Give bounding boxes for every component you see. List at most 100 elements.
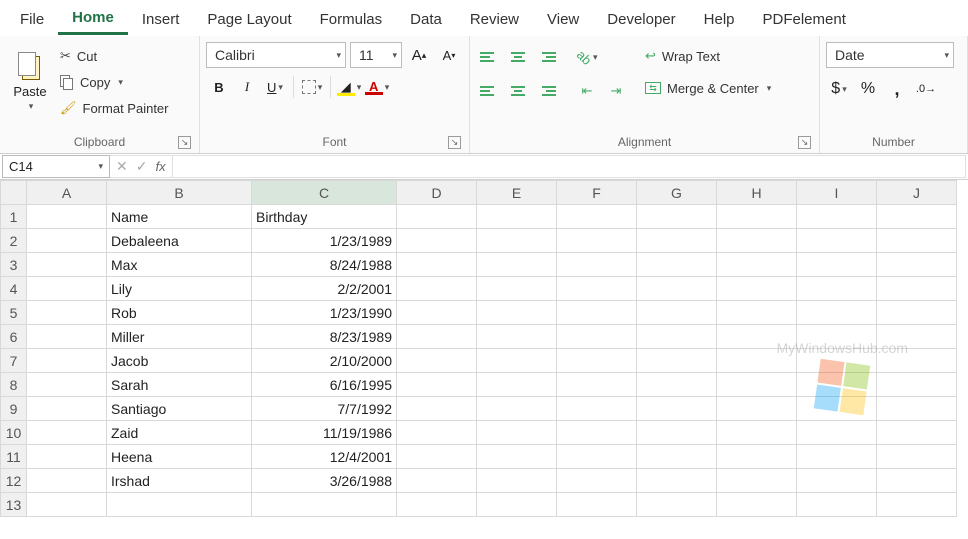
cell-E13[interactable] (477, 493, 557, 517)
cell-G7[interactable] (637, 349, 717, 373)
decrease-font-button[interactable]: A▾ (436, 42, 462, 68)
row-header-2[interactable]: 2 (1, 229, 27, 253)
dialog-launcher-icon[interactable]: ↘ (448, 136, 461, 149)
cell-A6[interactable] (27, 325, 107, 349)
cell-E7[interactable] (477, 349, 557, 373)
cell-B5[interactable]: Rob (107, 301, 252, 325)
cell-E1[interactable] (477, 205, 557, 229)
cell-H2[interactable] (717, 229, 797, 253)
cell-B11[interactable]: Heena (107, 445, 252, 469)
accounting-format-button[interactable]: $▾ (826, 76, 852, 102)
column-header-A[interactable]: A (27, 181, 107, 205)
cell-I2[interactable] (797, 229, 877, 253)
cell-G2[interactable] (637, 229, 717, 253)
cell-E6[interactable] (477, 325, 557, 349)
cell-C11[interactable]: 12/4/2001 (252, 445, 397, 469)
enter-formula-button[interactable]: ✓ (136, 158, 148, 175)
cell-I5[interactable] (797, 301, 877, 325)
cell-H5[interactable] (717, 301, 797, 325)
column-header-D[interactable]: D (397, 181, 477, 205)
row-header-10[interactable]: 10 (1, 421, 27, 445)
cell-H10[interactable] (717, 421, 797, 445)
cell-G12[interactable] (637, 469, 717, 493)
align-right-button[interactable] (534, 78, 560, 104)
cell-F9[interactable] (557, 397, 637, 421)
cell-A8[interactable] (27, 373, 107, 397)
cell-A1[interactable] (27, 205, 107, 229)
insert-function-button[interactable]: fx (155, 159, 165, 174)
underline-button[interactable]: U▾ (262, 74, 288, 100)
cell-J3[interactable] (877, 253, 957, 277)
column-header-C[interactable]: C (252, 181, 397, 205)
percent-format-button[interactable]: % (855, 76, 881, 102)
cell-C8[interactable]: 6/16/1995 (252, 373, 397, 397)
cell-E9[interactable] (477, 397, 557, 421)
cell-F10[interactable] (557, 421, 637, 445)
align-center-button[interactable] (505, 78, 531, 104)
cell-B12[interactable]: Irshad (107, 469, 252, 493)
cell-I10[interactable] (797, 421, 877, 445)
cell-C2[interactable]: 1/23/1989 (252, 229, 397, 253)
dialog-launcher-icon[interactable]: ↘ (178, 136, 191, 149)
cell-G8[interactable] (637, 373, 717, 397)
row-header-5[interactable]: 5 (1, 301, 27, 325)
cell-C9[interactable]: 7/7/1992 (252, 397, 397, 421)
tab-view[interactable]: View (533, 3, 593, 34)
cell-A9[interactable] (27, 397, 107, 421)
fill-color-button[interactable]: ◢ ▾ (336, 74, 362, 100)
column-header-I[interactable]: I (797, 181, 877, 205)
cell-D9[interactable] (397, 397, 477, 421)
row-header-9[interactable]: 9 (1, 397, 27, 421)
cell-D7[interactable] (397, 349, 477, 373)
bold-button[interactable]: B (206, 74, 232, 100)
cell-G4[interactable] (637, 277, 717, 301)
cell-I4[interactable] (797, 277, 877, 301)
formula-input[interactable] (173, 155, 966, 178)
cell-F12[interactable] (557, 469, 637, 493)
cell-E10[interactable] (477, 421, 557, 445)
comma-format-button[interactable]: , (884, 76, 910, 102)
cell-E2[interactable] (477, 229, 557, 253)
row-header-8[interactable]: 8 (1, 373, 27, 397)
font-name-select[interactable]: Calibri▾ (206, 42, 346, 68)
tab-file[interactable]: File (6, 3, 58, 34)
cell-F13[interactable] (557, 493, 637, 517)
cell-J2[interactable] (877, 229, 957, 253)
cell-G10[interactable] (637, 421, 717, 445)
cut-button[interactable]: ✂ Cut (54, 44, 175, 68)
row-header-1[interactable]: 1 (1, 205, 27, 229)
cell-E8[interactable] (477, 373, 557, 397)
cell-G5[interactable] (637, 301, 717, 325)
cell-J4[interactable] (877, 277, 957, 301)
cell-E12[interactable] (477, 469, 557, 493)
cell-H4[interactable] (717, 277, 797, 301)
cell-A11[interactable] (27, 445, 107, 469)
row-header-6[interactable]: 6 (1, 325, 27, 349)
cell-A3[interactable] (27, 253, 107, 277)
cell-D2[interactable] (397, 229, 477, 253)
name-box[interactable]: C14 ▾ (2, 155, 110, 178)
cell-G1[interactable] (637, 205, 717, 229)
tab-home[interactable]: Home (58, 1, 128, 35)
cell-B6[interactable]: Miller (107, 325, 252, 349)
cell-H13[interactable] (717, 493, 797, 517)
cell-J10[interactable] (877, 421, 957, 445)
font-size-select[interactable]: 11▾ (350, 42, 402, 68)
column-header-F[interactable]: F (557, 181, 637, 205)
cell-I12[interactable] (797, 469, 877, 493)
cancel-formula-button[interactable]: ✕ (116, 158, 128, 175)
cell-H12[interactable] (717, 469, 797, 493)
align-middle-button[interactable] (505, 44, 531, 70)
cell-A13[interactable] (27, 493, 107, 517)
cell-E11[interactable] (477, 445, 557, 469)
cell-F4[interactable] (557, 277, 637, 301)
cell-A7[interactable] (27, 349, 107, 373)
cell-B2[interactable]: Debaleena (107, 229, 252, 253)
cell-F7[interactable] (557, 349, 637, 373)
cell-D6[interactable] (397, 325, 477, 349)
tab-insert[interactable]: Insert (128, 3, 194, 34)
dialog-launcher-icon[interactable]: ↘ (798, 136, 811, 149)
cell-D3[interactable] (397, 253, 477, 277)
align-top-button[interactable] (476, 44, 502, 70)
tab-review[interactable]: Review (456, 3, 533, 34)
